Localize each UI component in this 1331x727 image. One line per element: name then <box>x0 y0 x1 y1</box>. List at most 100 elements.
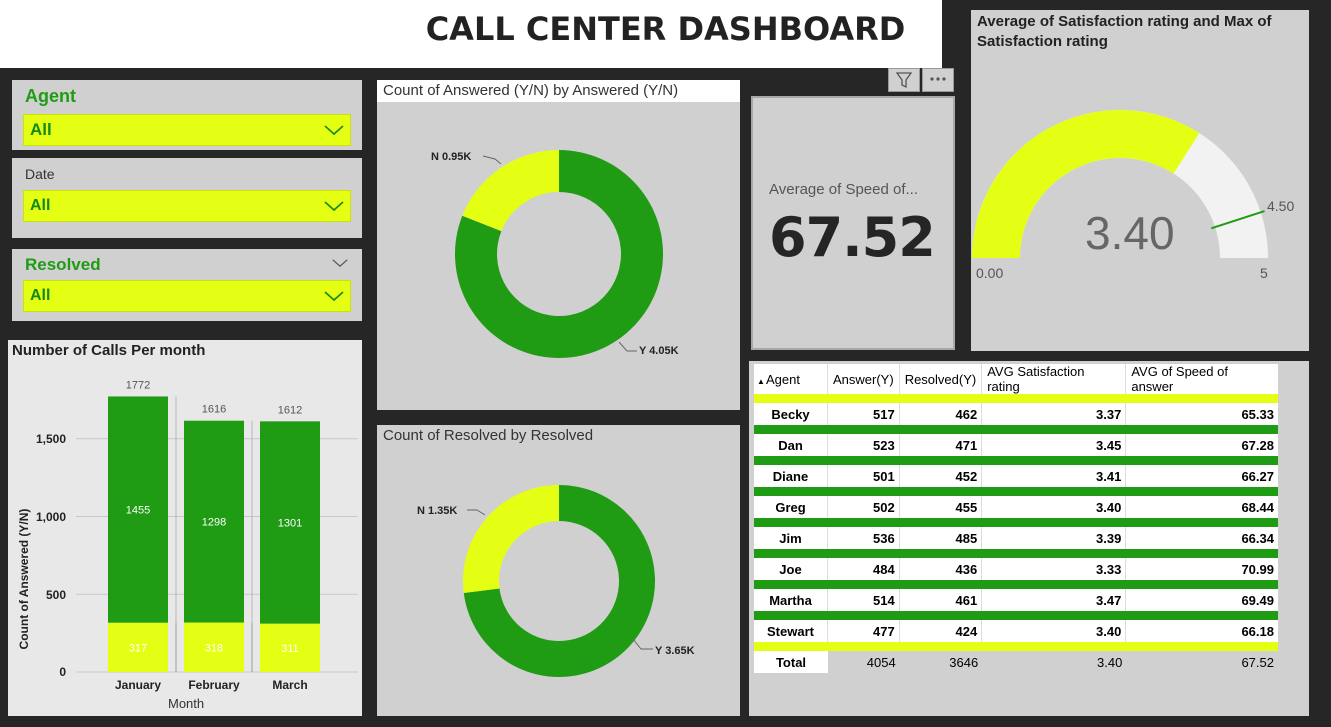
y-tick-label: 1,000 <box>35 510 66 524</box>
table-row[interactable]: Stewart 477 424 3.40 66.18 <box>754 620 1278 642</box>
agent-name-cell: Becky <box>754 403 828 425</box>
date-slicer-label: Date <box>25 166 55 182</box>
table-cell: 66.18 <box>1241 623 1274 639</box>
table-cell: 69.49 <box>1241 592 1274 608</box>
answered-donut-panel: Count of Answered (Y/N) by Answered (Y/N… <box>377 80 740 410</box>
row-divider <box>754 487 1278 496</box>
sort-ascending-icon: ▲ <box>757 377 765 386</box>
x-tick-label: March <box>272 678 307 692</box>
agent-name-cell: Diane <box>754 465 828 487</box>
row-divider <box>754 611 1278 620</box>
agent-dropdown-value: All <box>30 120 52 139</box>
table-row[interactable]: Becky 517 462 3.37 65.33 <box>754 403 1278 425</box>
bar-total-label: 1616 <box>202 404 226 416</box>
table-cell: 3646 <box>899 651 983 673</box>
agent-slicer: Agent All <box>12 80 362 150</box>
calls-chart-xlabel: Month <box>168 696 205 711</box>
table-cell: 3.37 <box>982 403 1127 425</box>
bar-value-label: 1301 <box>278 517 302 529</box>
table-row[interactable]: Martha 514 461 3.47 69.49 <box>754 589 1278 611</box>
table-cell: 70.99 <box>1241 561 1274 577</box>
row-divider <box>754 549 1278 558</box>
filter-icon <box>895 72 913 89</box>
table-cell: 3.39 <box>982 527 1127 549</box>
col-header-agent[interactable]: Agent ▲ <box>754 364 828 394</box>
bar-value-label: 1455 <box>126 505 150 517</box>
row-divider <box>754 518 1278 527</box>
table-cell: 67.28 <box>1241 437 1274 453</box>
table-row[interactable]: Jim 536 485 3.39 66.34 <box>754 527 1278 549</box>
resolved-donut-chart <box>463 485 655 677</box>
table-cell: 3.40 <box>982 651 1127 673</box>
resolved-donut-panel: Count of Resolved by Resolved N 1.35K Y … <box>377 425 740 716</box>
table-cell: 536 <box>828 527 900 549</box>
dashboard-title-box: CALL CENTER DASHBOARD <box>0 0 942 68</box>
gauge-min-label: 0.00 <box>976 265 1004 281</box>
row-divider <box>754 425 1278 434</box>
col-header-answer[interactable]: Answer(Y) <box>828 364 900 394</box>
y-tick-label: 0 <box>59 665 66 679</box>
row-divider <box>754 394 1278 403</box>
col-header-resolved[interactable]: Resolved(Y) <box>900 364 983 394</box>
table-total-row[interactable]: Total 4054 3646 3.40 67.52 <box>754 651 1278 673</box>
donut-slice-n[interactable] <box>463 485 559 594</box>
table-cell: 461 <box>900 589 983 611</box>
donut-slice-n[interactable] <box>462 150 559 232</box>
agent-slicer-label: Agent <box>25 86 76 106</box>
agent-name-cell: Joe <box>754 558 828 580</box>
calls-per-month-panel: Number of Calls Per month 317 1455 1772 Jan… <box>8 340 362 716</box>
table-cell: 523 <box>828 434 900 456</box>
agent-name-cell: Jim <box>754 527 828 549</box>
table-cell: 66.27 <box>1241 468 1274 484</box>
table-row[interactable]: Dan 523 471 3.45 67.28 <box>754 434 1278 456</box>
answered-n-label: N 0.95K <box>431 151 472 163</box>
collapse-chevron-icon[interactable] <box>332 258 348 268</box>
chevron-down-icon <box>324 125 344 136</box>
speed-card[interactable]: Average of Speed of... 67.52 <box>751 96 955 350</box>
table-cell: 485 <box>900 527 983 549</box>
bar-value-label: 318 <box>205 642 223 654</box>
resolved-n-label: N 1.35K <box>417 505 458 517</box>
bar-total-label: 1772 <box>126 379 150 391</box>
date-dropdown-value: All <box>30 197 51 214</box>
more-options-button[interactable] <box>922 68 954 92</box>
row-divider <box>754 642 1278 651</box>
table-cell: 462 <box>900 403 983 425</box>
table-cell: 471 <box>900 434 983 456</box>
resolved-dropdown[interactable]: All <box>23 280 351 312</box>
table-row[interactable]: Joe 484 436 3.33 70.99 <box>754 558 1278 580</box>
agent-name-cell: Total <box>754 651 828 673</box>
col-header-speed[interactable]: AVG of Speed of answer <box>1126 364 1278 394</box>
table-row[interactable]: Greg 502 455 3.40 68.44 <box>754 496 1278 518</box>
answered-y-label: Y 4.05K <box>639 345 679 357</box>
bar-value-label: 317 <box>129 642 147 654</box>
satisfaction-gauge <box>972 110 1268 259</box>
table-row[interactable]: Diane 501 452 3.41 66.27 <box>754 465 1278 487</box>
gauge-target-label: 4.50 <box>1267 198 1295 214</box>
col-header-satisfaction[interactable]: AVG Satisfaction rating <box>982 364 1127 394</box>
table-cell: 514 <box>828 589 900 611</box>
agent-dropdown[interactable]: All <box>23 114 351 146</box>
gauge-max-label: 5 <box>1260 265 1268 281</box>
table-cell: 484 <box>828 558 900 580</box>
table-cell: 3.45 <box>982 434 1127 456</box>
table-cell: 3.40 <box>982 620 1127 642</box>
filter-button[interactable] <box>888 68 920 92</box>
agent-table: Agent ▲ Answer(Y) Resolved(Y) AVG Satisfa… <box>754 364 1278 673</box>
table-cell: 455 <box>900 496 983 518</box>
table-cell: 477 <box>828 620 900 642</box>
x-tick-label: February <box>188 678 240 692</box>
agent-table-panel: Agent ▲ Answer(Y) Resolved(Y) AVG Satisfa… <box>749 361 1309 716</box>
agent-name-cell: Dan <box>754 434 828 456</box>
date-dropdown[interactable]: All <box>23 190 351 222</box>
resolved-y-label: Y 3.65K <box>655 645 695 657</box>
bar-value-label: 1298 <box>202 517 226 529</box>
table-cell: 3.41 <box>982 465 1127 487</box>
satisfaction-gauge-panel: Average of Satisfaction rating and Max o… <box>971 10 1309 351</box>
chevron-down-icon <box>324 201 344 212</box>
leader-line <box>467 509 486 516</box>
table-cell: 517 <box>828 403 900 425</box>
table-cell: 436 <box>900 558 983 580</box>
x-tick-label: January <box>115 678 161 692</box>
table-cell: 501 <box>828 465 900 487</box>
